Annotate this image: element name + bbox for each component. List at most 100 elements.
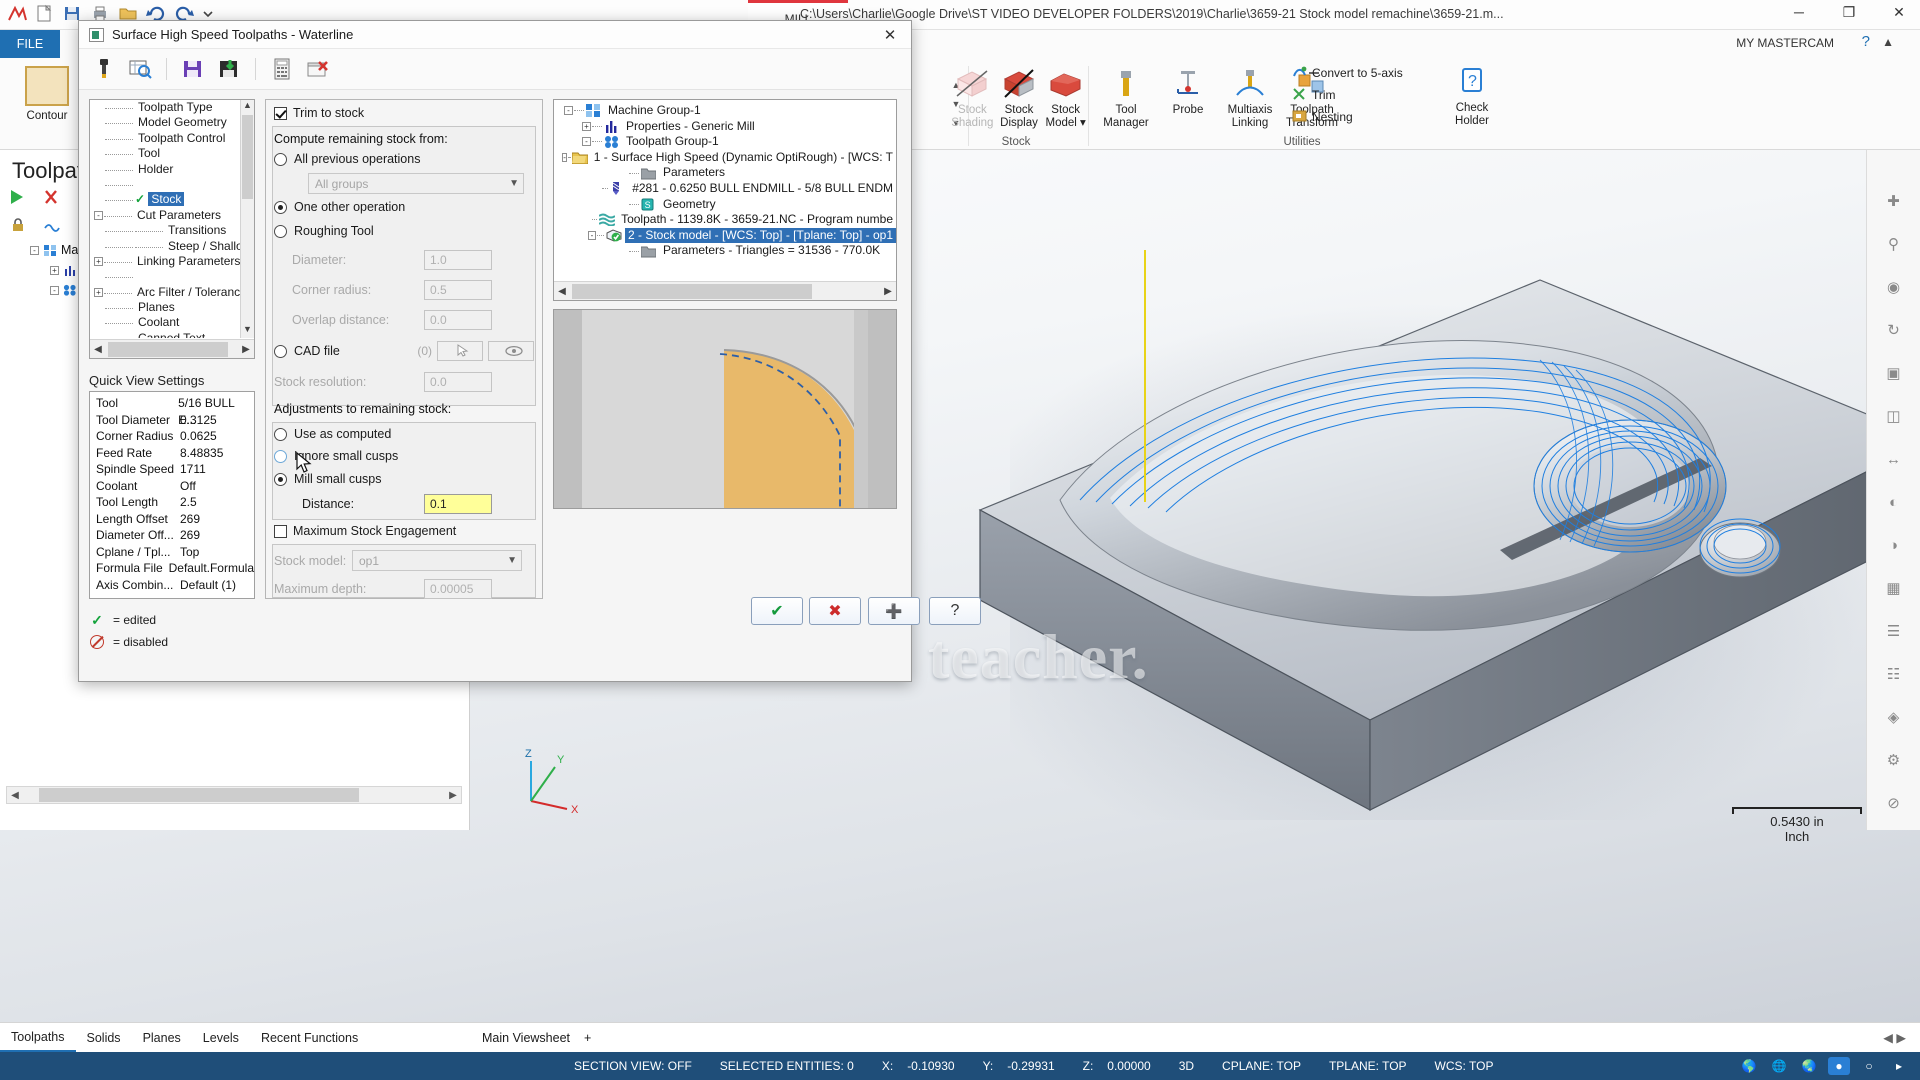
radio-use-as-computed-row[interactable]: Use as computed: [274, 427, 534, 441]
ribbon-item-stock-shading[interactable]: Stock Shading: [950, 64, 995, 130]
ribbon-item-contour[interactable]: Contour: [14, 66, 80, 150]
toolpath-preview-icon[interactable]: [127, 56, 153, 82]
block-icon[interactable]: ⊘: [1879, 788, 1909, 818]
new-file-icon[interactable]: [34, 4, 56, 25]
chevron-down-icon[interactable]: ▼: [509, 178, 519, 189]
expander-icon[interactable]: -: [564, 106, 573, 116]
max-stock-engagement-checkbox[interactable]: [274, 524, 287, 538]
operations-tree-item[interactable]: S Geometry: [554, 197, 896, 213]
collapse-ribbon-icon[interactable]: ▲: [1882, 35, 1894, 49]
scroll-right-icon[interactable]: ▶: [238, 344, 254, 355]
status-3d-toggle[interactable]: 3D: [1165, 1059, 1208, 1073]
operations-tree-scrollbar[interactable]: ◀ ▶: [554, 281, 896, 300]
expander-icon[interactable]: -: [30, 246, 39, 255]
wireframe-icon[interactable]: ▦: [1879, 573, 1909, 603]
status-section-view[interactable]: SECTION VIEW: OFF: [560, 1059, 706, 1073]
operations-tree-item[interactable]: Parameters - Triangles = 31536 - 770.0K: [554, 243, 896, 259]
max-stock-engagement-checkbox-row[interactable]: Maximum Stock Engagement: [274, 524, 534, 538]
isometric-view-icon[interactable]: ▣: [1879, 358, 1909, 388]
expander-icon[interactable]: -: [582, 137, 591, 147]
select-toolpath-icon[interactable]: [8, 188, 30, 208]
scrollbar-thumb[interactable]: [572, 283, 812, 299]
trim-to-stock-checkbox[interactable]: [274, 106, 287, 120]
scroll-left-icon[interactable]: ◀: [7, 790, 23, 801]
nav-tree-item-cut-parameters[interactable]: - Cut Parameters: [90, 208, 240, 223]
ribbon-item-nesting[interactable]: Nesting: [1292, 106, 1422, 128]
ribbon-item-check-holder[interactable]: ? Check Holder: [1442, 62, 1502, 128]
cad-file-select-button[interactable]: [437, 341, 483, 361]
viewsheet-tabs[interactable]: Main Viewsheet + ◀ ▶: [470, 1022, 1920, 1052]
expander-icon[interactable]: +: [94, 256, 103, 266]
scroll-up-icon[interactable]: ▲: [241, 100, 254, 114]
diameter-field[interactable]: 1.0: [424, 250, 492, 270]
operations-tree-item[interactable]: - 1 - Surface High Speed (Dynamic OptiRou…: [554, 150, 896, 166]
help-button[interactable]: ?: [929, 597, 981, 625]
nav-tree-item-transitions[interactable]: Transitions: [90, 223, 240, 238]
surface-high-speed-toolpaths-dialog[interactable]: Surface High Speed Toolpaths - Waterline…: [78, 20, 981, 682]
radio-ignore-small-cusps[interactable]: [274, 449, 287, 463]
settings-icon[interactable]: ⚙: [1879, 745, 1909, 775]
ribbon-item-multiaxis-linking[interactable]: Multiaxis Linking: [1220, 64, 1280, 130]
scroll-down-icon[interactable]: ▼: [241, 324, 254, 338]
operations-tree-item[interactable]: #281 - 0.6250 BULL ENDMILL - 5/8 BULL EN…: [554, 181, 896, 197]
operations-tree[interactable]: - Machine Group-1 + Properties - Generic Mi…: [553, 99, 897, 301]
tab-levels[interactable]: Levels: [192, 1025, 250, 1051]
scroll-left-icon[interactable]: ◀: [90, 344, 106, 355]
tab-solids[interactable]: Solids: [76, 1025, 132, 1051]
overlap-distance-field[interactable]: 0.0: [424, 310, 492, 330]
analyze-icon[interactable]: ◐: [1879, 487, 1909, 517]
radio-use-as-computed[interactable]: [274, 427, 287, 441]
toggle-display-icon[interactable]: [42, 216, 64, 236]
scroll-right-icon[interactable]: ▶: [445, 790, 461, 801]
trim-to-stock-checkbox-row[interactable]: Trim to stock: [274, 106, 534, 120]
all-groups-combo[interactable]: All groups ▼: [308, 173, 524, 194]
expander-icon[interactable]: -: [588, 231, 596, 241]
apply-button[interactable]: ➕: [868, 597, 920, 625]
minimize-button[interactable]: ─: [1784, 4, 1814, 21]
status-cplane[interactable]: CPLANE: TOP: [1208, 1059, 1315, 1073]
lock-icon[interactable]: [8, 216, 30, 236]
corner-radius-field[interactable]: 0.5: [424, 280, 492, 300]
nav-tree-item-toolpath-control[interactable]: Toolpath Control: [90, 131, 240, 146]
stock-resolution-field[interactable]: 0.0: [424, 372, 492, 392]
nav-tree-horizontal-scrollbar[interactable]: ◀ ▶: [90, 339, 254, 358]
dialog-close-button[interactable]: ✕: [873, 24, 907, 46]
panel-tabs[interactable]: Toolpaths Solids Planes Levels Recent Fu…: [0, 1022, 470, 1052]
operations-tree-item[interactable]: - Toolpath Group-1: [554, 134, 896, 150]
ribbon-item-stock-model[interactable]: Stock Model ▾: [1043, 64, 1088, 130]
delete-toolpath-icon[interactable]: [42, 188, 64, 208]
radio-all-previous-operations[interactable]: [274, 152, 287, 166]
expander-icon[interactable]: -: [562, 153, 567, 163]
globe3-icon[interactable]: 🌏: [1798, 1057, 1820, 1075]
scroll-left-icon[interactable]: ◀: [554, 286, 570, 297]
save-icon[interactable]: [180, 56, 206, 82]
operations-tree-item[interactable]: + Properties - Generic Mill: [554, 119, 896, 135]
distance-field[interactable]: 0.1: [424, 494, 492, 514]
grid-icon[interactable]: ☷: [1879, 659, 1909, 689]
radio-roughing-tool[interactable]: [274, 224, 287, 238]
ribbon-item-trim[interactable]: Trim: [1292, 84, 1422, 106]
ribbon-item-tool-manager[interactable]: Tool Manager: [1096, 64, 1156, 130]
expander-icon[interactable]: +: [50, 266, 59, 275]
radio-one-other-operation-row[interactable]: One other operation: [274, 200, 534, 214]
expander-icon[interactable]: -: [94, 210, 103, 220]
measure-icon[interactable]: ↔: [1879, 444, 1909, 474]
tab-planes[interactable]: Planes: [132, 1025, 192, 1051]
operations-tree-item[interactable]: - 2 - Stock model - [WCS: Top] - [Tplane:…: [554, 227, 896, 244]
shade-toggle-icon[interactable]: ●: [1828, 1057, 1850, 1075]
scrollbar-thumb[interactable]: [39, 788, 359, 802]
nav-tree-item-toolpath-type[interactable]: Toolpath Type: [90, 100, 240, 115]
nav-tree-item-coolant[interactable]: Coolant: [90, 315, 240, 330]
cancel-button[interactable]: ✖: [809, 597, 861, 625]
rotate-icon[interactable]: ↻: [1879, 315, 1909, 345]
nav-tree-item-canned-text[interactable]: Canned Text: [90, 331, 240, 338]
operations-tree-item[interactable]: - Machine Group-1: [554, 103, 896, 119]
ribbon-item-probe[interactable]: Probe: [1158, 64, 1218, 130]
help-icon[interactable]: ?: [1862, 33, 1870, 50]
nav-tree-item-planes[interactable]: Planes: [90, 300, 240, 315]
tab-recent-functions[interactable]: Recent Functions: [250, 1025, 369, 1051]
radio-cad-file[interactable]: [274, 344, 287, 358]
layers-icon[interactable]: ◈: [1879, 702, 1909, 732]
viewsheet-tab-main[interactable]: Main Viewsheet: [482, 1031, 570, 1045]
toolpaths-horizontal-scrollbar[interactable]: ◀ ▶: [6, 786, 462, 804]
